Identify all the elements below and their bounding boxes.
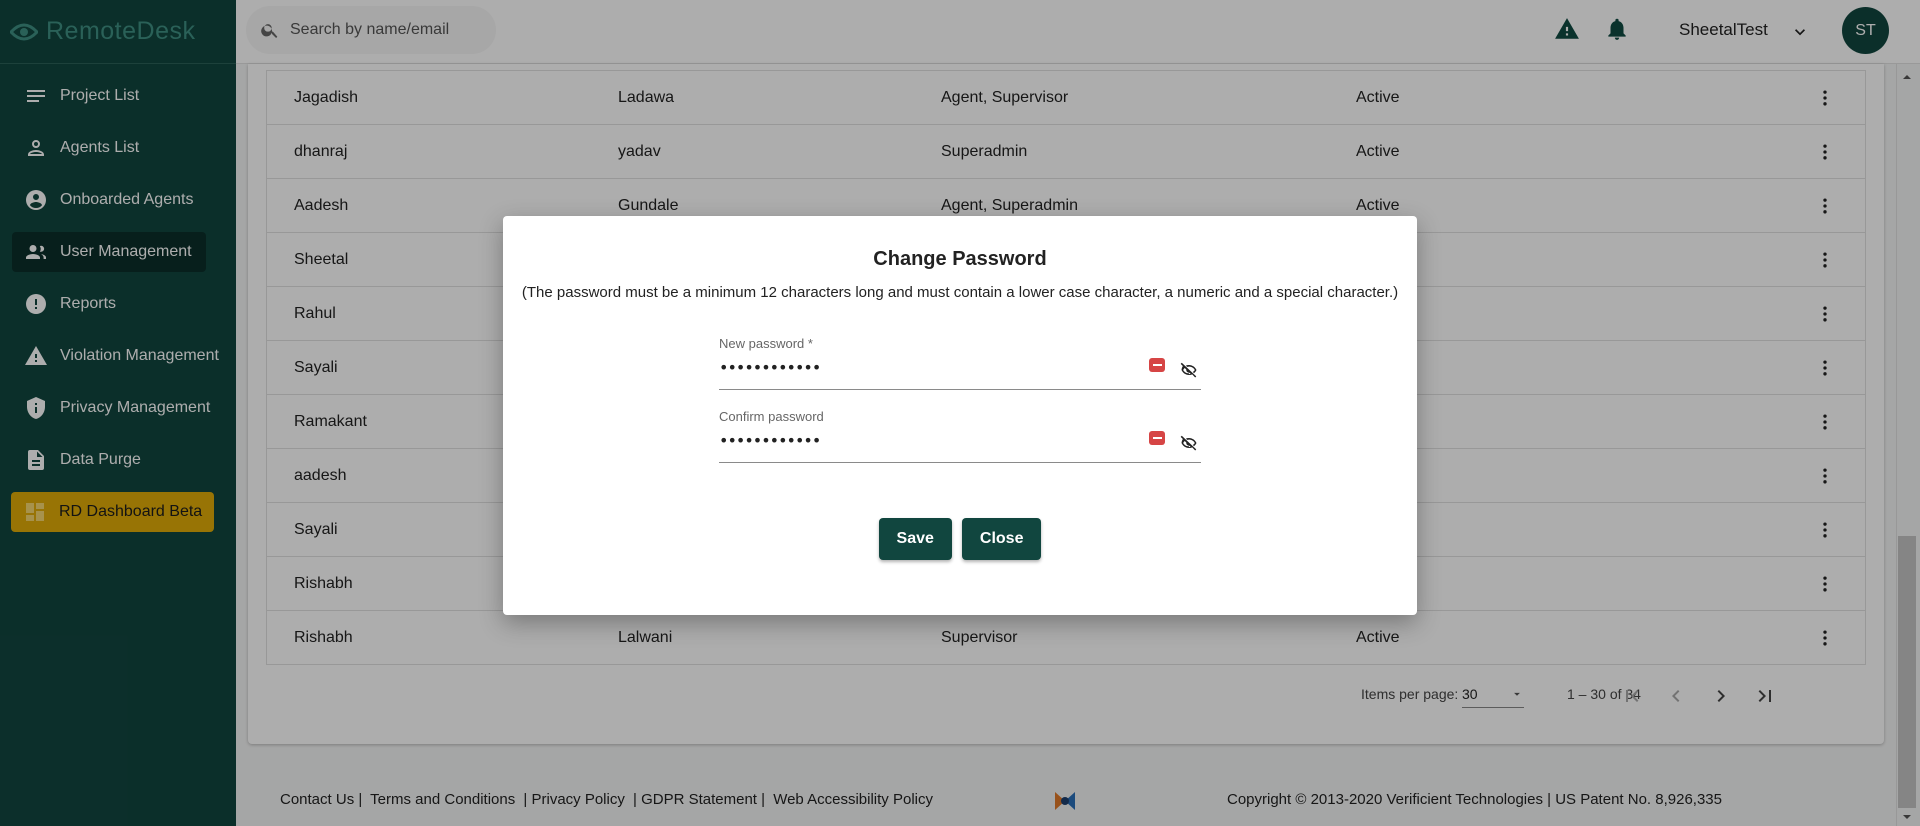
password-requirements-note: (The password must be a minimum 12 chara… xyxy=(521,284,1399,301)
password-manager-icon[interactable] xyxy=(1149,431,1165,445)
new-password-input[interactable] xyxy=(719,358,1119,377)
confirm-password-field[interactable]: Confirm password xyxy=(719,409,1201,463)
save-button[interactable]: Save xyxy=(878,518,952,560)
visibility-off-icon[interactable] xyxy=(1179,360,1199,380)
close-button[interactable]: Close xyxy=(961,518,1042,560)
confirm-password-label: Confirm password xyxy=(719,409,824,424)
new-password-field[interactable]: New password * xyxy=(719,336,1201,390)
new-password-label: New password * xyxy=(719,336,813,351)
visibility-off-icon[interactable] xyxy=(1179,433,1199,453)
password-manager-icon[interactable] xyxy=(1149,358,1165,372)
dialog-actions: Save Close xyxy=(503,518,1417,560)
dialog-title: Change Password xyxy=(873,248,1047,270)
change-password-dialog: Change Password (The password must be a … xyxy=(503,216,1417,615)
confirm-password-input[interactable] xyxy=(719,431,1119,450)
